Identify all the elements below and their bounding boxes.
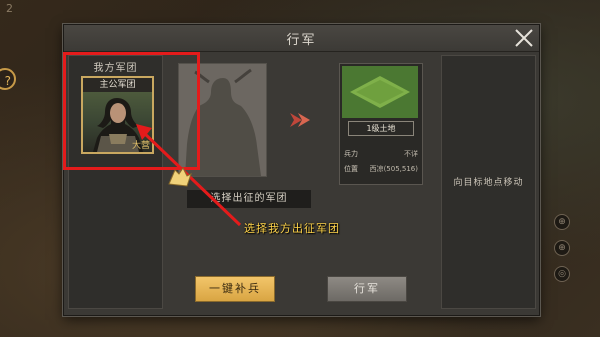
- select-legion-label[interactable]: 选择出征的军团: [187, 190, 311, 208]
- terrain-image: [342, 66, 418, 118]
- troop-value: 不详: [404, 150, 418, 158]
- close-icon: [515, 29, 533, 47]
- troop-row: 兵力 不详: [344, 149, 418, 159]
- arrow-right-icon: [290, 113, 310, 127]
- corner-number: 2: [6, 2, 13, 15]
- side-icon[interactable]: ⊕: [554, 240, 570, 256]
- pointer-hand-icon: [168, 167, 192, 187]
- position-row: 位置 西凉(505,516): [344, 164, 418, 174]
- dialog-title: 行军: [286, 33, 317, 48]
- march-button[interactable]: 行军: [327, 276, 407, 302]
- side-icon[interactable]: ◎: [554, 266, 570, 282]
- terrain-name: 1级土地: [348, 121, 414, 136]
- replenish-troops-button[interactable]: 一键补兵: [195, 276, 275, 302]
- side-icon[interactable]: ⊕: [554, 214, 570, 230]
- close-button[interactable]: [513, 27, 535, 49]
- target-terrain-card: 1级土地 兵力 不详 位置 西凉(505,516): [339, 63, 423, 185]
- position-label: 位置: [344, 165, 358, 173]
- tutorial-highlight-box: [63, 52, 200, 170]
- right-info-panel: 向目标地点移动: [441, 55, 536, 309]
- tutorial-hint-text: 选择我方出征军团: [244, 222, 340, 235]
- position-value: 西凉(505,516): [369, 165, 418, 173]
- move-hint-text: 向目标地点移动: [453, 178, 524, 188]
- troop-label: 兵力: [344, 150, 358, 158]
- dialog-header: 行军: [64, 25, 539, 52]
